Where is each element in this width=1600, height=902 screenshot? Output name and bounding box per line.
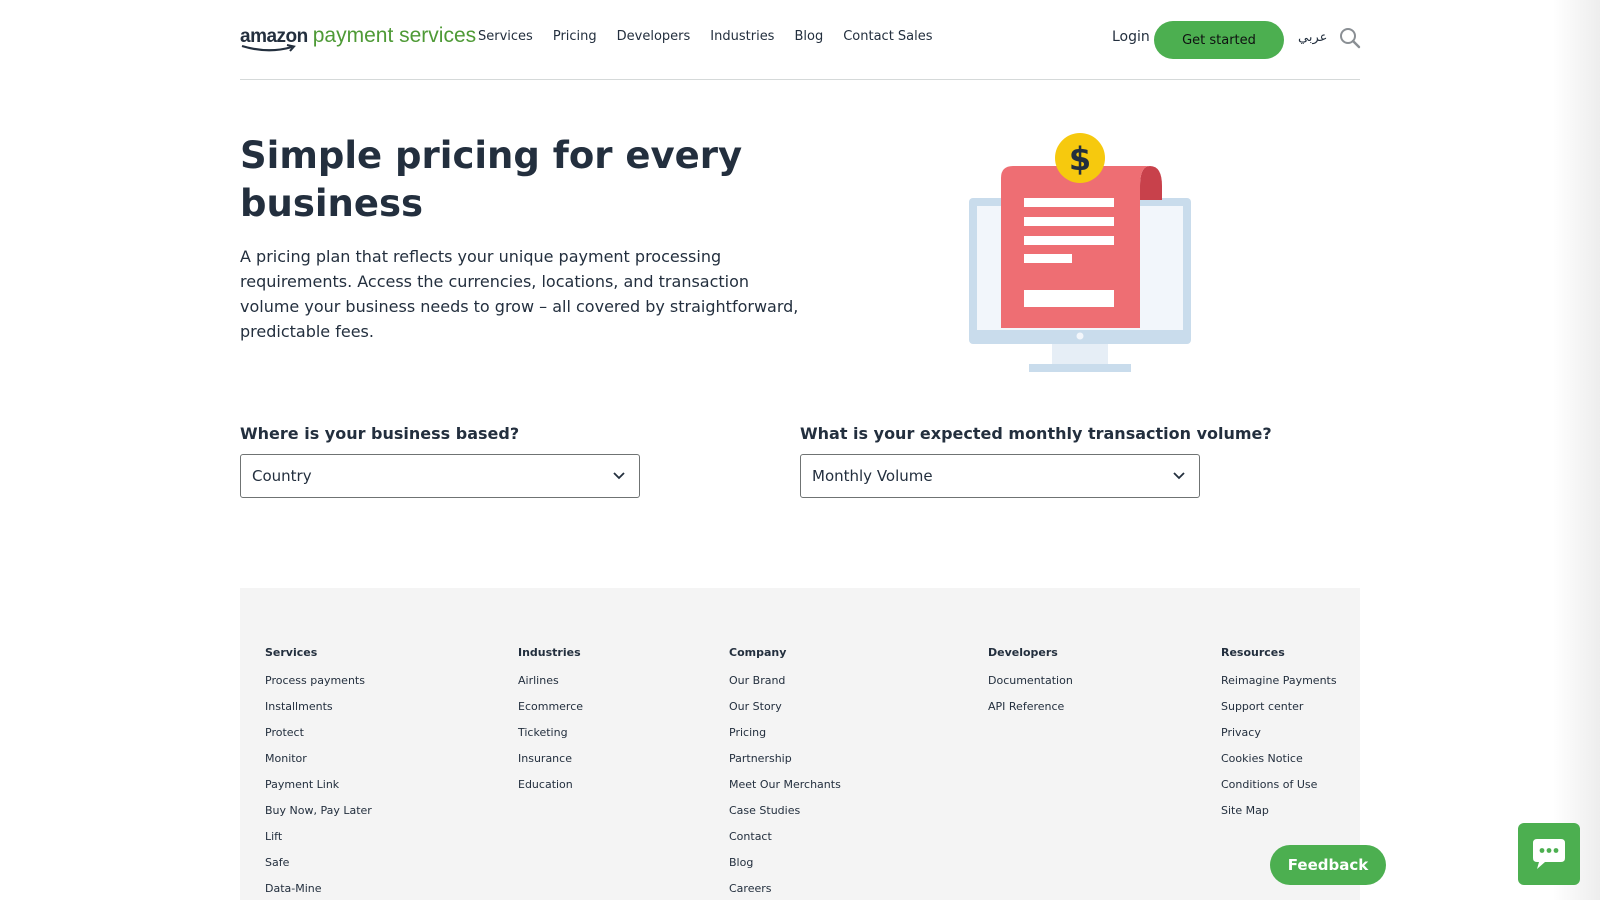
footer-link[interactable]: Careers: [729, 876, 841, 902]
footer-link[interactable]: Blog: [729, 850, 841, 876]
footer-link[interactable]: Pricing: [729, 720, 841, 746]
footer-link[interactable]: Case Studies: [729, 798, 841, 824]
amazon-payment-services-logo[interactable]: amazon payment services: [240, 24, 476, 54]
footer-link[interactable]: Contact: [729, 824, 841, 850]
footer-column-company: Company Our Brand Our Story Pricing Part…: [729, 644, 841, 902]
nav-industries[interactable]: Industries: [710, 29, 774, 44]
nav-pricing[interactable]: Pricing: [553, 29, 597, 44]
chevron-down-icon: [1173, 472, 1185, 480]
volume-select-value: Monthly Volume: [812, 467, 933, 485]
get-started-button[interactable]: Get started: [1154, 21, 1284, 59]
footer-link[interactable]: Protect: [265, 720, 372, 746]
chat-widget-button[interactable]: [1518, 823, 1580, 885]
page-title: Simple pricing for every business: [240, 134, 743, 225]
footer-link[interactable]: Airlines: [518, 668, 583, 694]
footer-link[interactable]: Process payments: [265, 668, 372, 694]
feedback-button[interactable]: Feedback: [1270, 845, 1386, 885]
footer-heading: Resources: [1221, 646, 1285, 659]
hero-description: A pricing plan that reflects your unique…: [240, 247, 799, 341]
footer-link[interactable]: Data-Mine: [265, 876, 372, 902]
footer-link[interactable]: Our Story: [729, 694, 841, 720]
footer-link[interactable]: Installments: [265, 694, 372, 720]
footer-link[interactable]: Lift: [265, 824, 372, 850]
footer-link[interactable]: Buy Now, Pay Later: [265, 798, 372, 824]
footer-link[interactable]: Conditions of Use: [1221, 772, 1337, 798]
site-header: amazon payment services Services Pricing…: [240, 0, 1362, 80]
footer-link[interactable]: Meet Our Merchants: [729, 772, 841, 798]
footer-column-developers: Developers Documentation API Reference: [988, 644, 1073, 720]
page-edge-shadow: [1552, 0, 1600, 900]
nav-services[interactable]: Services: [478, 29, 533, 44]
footer-link[interactable]: Monitor: [265, 746, 372, 772]
country-select-value: Country: [252, 467, 312, 485]
footer-link[interactable]: Payment Link: [265, 772, 372, 798]
footer-link[interactable]: Partnership: [729, 746, 841, 772]
footer-heading: Services: [265, 646, 318, 659]
nav-blog[interactable]: Blog: [794, 29, 823, 44]
footer-link[interactable]: Education: [518, 772, 583, 798]
svg-text:$: $: [1069, 140, 1091, 178]
logo-payment-services-text: payment services: [312, 24, 477, 47]
main-nav: Services Pricing Developers Industries B…: [478, 29, 933, 44]
footer-link[interactable]: Privacy: [1221, 720, 1337, 746]
footer-link[interactable]: Our Brand: [729, 668, 841, 694]
chevron-down-icon: [613, 472, 625, 480]
footer-heading: Developers: [988, 646, 1058, 659]
volume-question-label: What is your expected monthly transactio…: [800, 424, 1272, 443]
login-link[interactable]: Login: [1112, 29, 1150, 45]
footer-link[interactable]: Documentation: [988, 668, 1073, 694]
footer-column-industries: Industries Airlines Ecommerce Ticketing …: [518, 644, 583, 798]
chat-bubble-icon: [1533, 839, 1565, 869]
footer-link[interactable]: Safe: [265, 850, 372, 876]
country-select[interactable]: Country: [240, 454, 640, 498]
language-switch-arabic[interactable]: عربي: [1298, 30, 1327, 45]
site-footer: Services Process payments Installments P…: [240, 588, 1360, 900]
footer-link[interactable]: Insurance: [518, 746, 583, 772]
footer-link[interactable]: Ecommerce: [518, 694, 583, 720]
footer-column-services: Services Process payments Installments P…: [265, 644, 372, 902]
search-icon[interactable]: [1338, 26, 1362, 54]
monthly-volume-select[interactable]: Monthly Volume: [800, 454, 1200, 498]
footer-link[interactable]: Cookies Notice: [1221, 746, 1337, 772]
monitor-invoice-dollar-icon: $: [969, 133, 1191, 372]
footer-column-resources: Resources Reimagine Payments Support cen…: [1221, 644, 1337, 824]
footer-heading: Industries: [518, 646, 581, 659]
nav-contact-sales[interactable]: Contact Sales: [843, 29, 932, 44]
footer-link[interactable]: API Reference: [988, 694, 1073, 720]
footer-link[interactable]: Reimagine Payments: [1221, 668, 1337, 694]
footer-link[interactable]: Ticketing: [518, 720, 583, 746]
footer-link[interactable]: Support center: [1221, 694, 1337, 720]
amazon-smile-icon: [241, 44, 296, 52]
footer-link[interactable]: Site Map: [1221, 798, 1337, 824]
country-question-label: Where is your business based?: [240, 424, 520, 443]
nav-developers[interactable]: Developers: [617, 29, 691, 44]
footer-heading: Company: [729, 646, 787, 659]
